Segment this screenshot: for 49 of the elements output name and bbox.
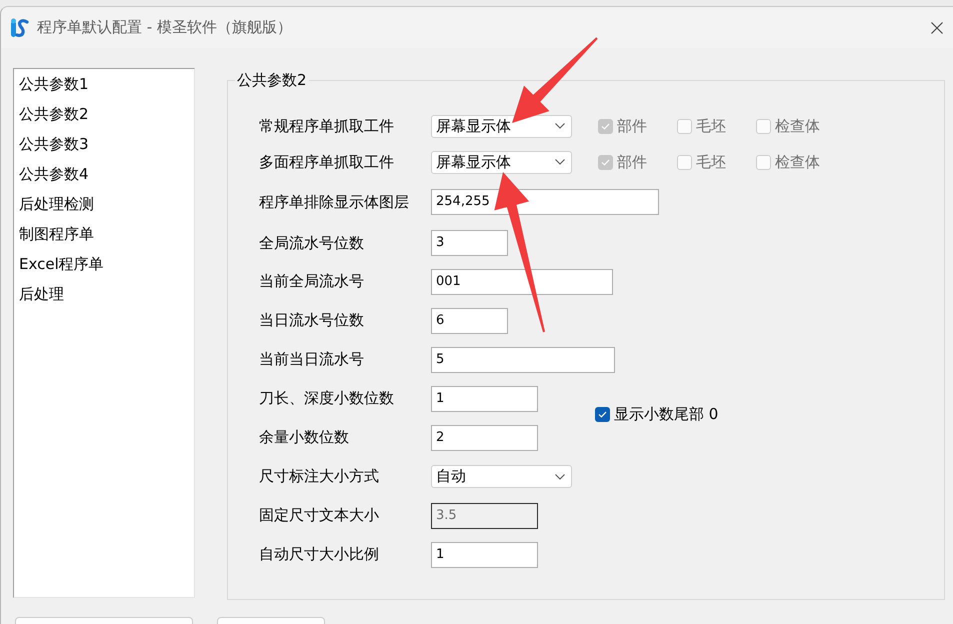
dropdown-field[interactable]: 自动 [431,465,572,488]
field-label: 全局流水号位数 [259,234,365,252]
sidebar-item[interactable]: 公共参数3 [14,129,194,159]
field-label: 当日流水号位数 [259,311,365,330]
checkbox-label: 毛坯 [696,116,726,136]
field-label: 尺寸标注大小方式 [259,467,380,486]
checkbox-label: 毛坯 [696,152,726,172]
group-title: 公共参数2 [235,70,309,90]
input-field[interactable]: 1 [431,542,538,568]
input-field[interactable]: 5 [431,346,615,372]
sidebar-item[interactable]: 后处理 [14,279,194,309]
check-icon [598,410,607,418]
sidebar-item[interactable]: 公共参数2 [14,99,194,129]
checkbox[interactable] [595,406,610,422]
checkbox-label: 部件 [617,116,647,136]
window-title: 程序单默认配置 - 模圣软件（旗舰版） [37,18,292,37]
checkbox-label: 检查体 [775,152,820,172]
field-label: 刀长、深度小数位数 [259,389,395,408]
check-icon [601,122,610,130]
input-field[interactable]: 3 [431,230,508,256]
close-icon[interactable] [931,22,943,34]
chevron-down-icon [555,123,565,129]
field-label: 固定尺寸文本大小 [259,506,380,525]
sidebar-item[interactable]: Excel程序单 [14,249,194,279]
sidebar-item[interactable]: 公共参数1 [14,69,194,99]
dropdown-field[interactable]: 屏幕显示体 [431,114,572,138]
check-icon [601,158,610,166]
checkbox-label: 部件 [617,152,647,172]
chevron-down-icon [555,474,565,480]
checkbox-label: 检查体 [775,116,820,136]
field-label: 自动尺寸大小比例 [259,545,380,564]
field-label: 当前当日流水号 [259,350,365,369]
sidebar-item[interactable]: 制图程序单 [14,219,194,249]
sidebar-item[interactable]: 后处理检测 [14,189,194,219]
input-field[interactable]: 001 [431,268,613,294]
app-logo-icon [10,18,30,38]
field-label: 程序单排除显示体图层 [259,192,410,212]
dropdown-field[interactable]: 屏幕显示体 [431,150,572,174]
input-field[interactable]: 6 [431,308,508,334]
sidebar-item[interactable]: 公共参数4 [14,159,194,189]
field-label: 多面程序单抓取工件 [259,152,395,172]
input-field[interactable]: 254,255 [431,189,659,215]
field-label: 当前全局流水号 [259,272,365,291]
checkbox-label: 显示小数尾部 0 [614,404,718,424]
chevron-down-icon [555,159,565,165]
field-label: 余量小数位数 [259,428,350,447]
field-label: 常规程序单抓取工件 [259,116,395,136]
input-field[interactable]: 2 [431,424,538,450]
input-field[interactable]: 1 [431,386,538,412]
